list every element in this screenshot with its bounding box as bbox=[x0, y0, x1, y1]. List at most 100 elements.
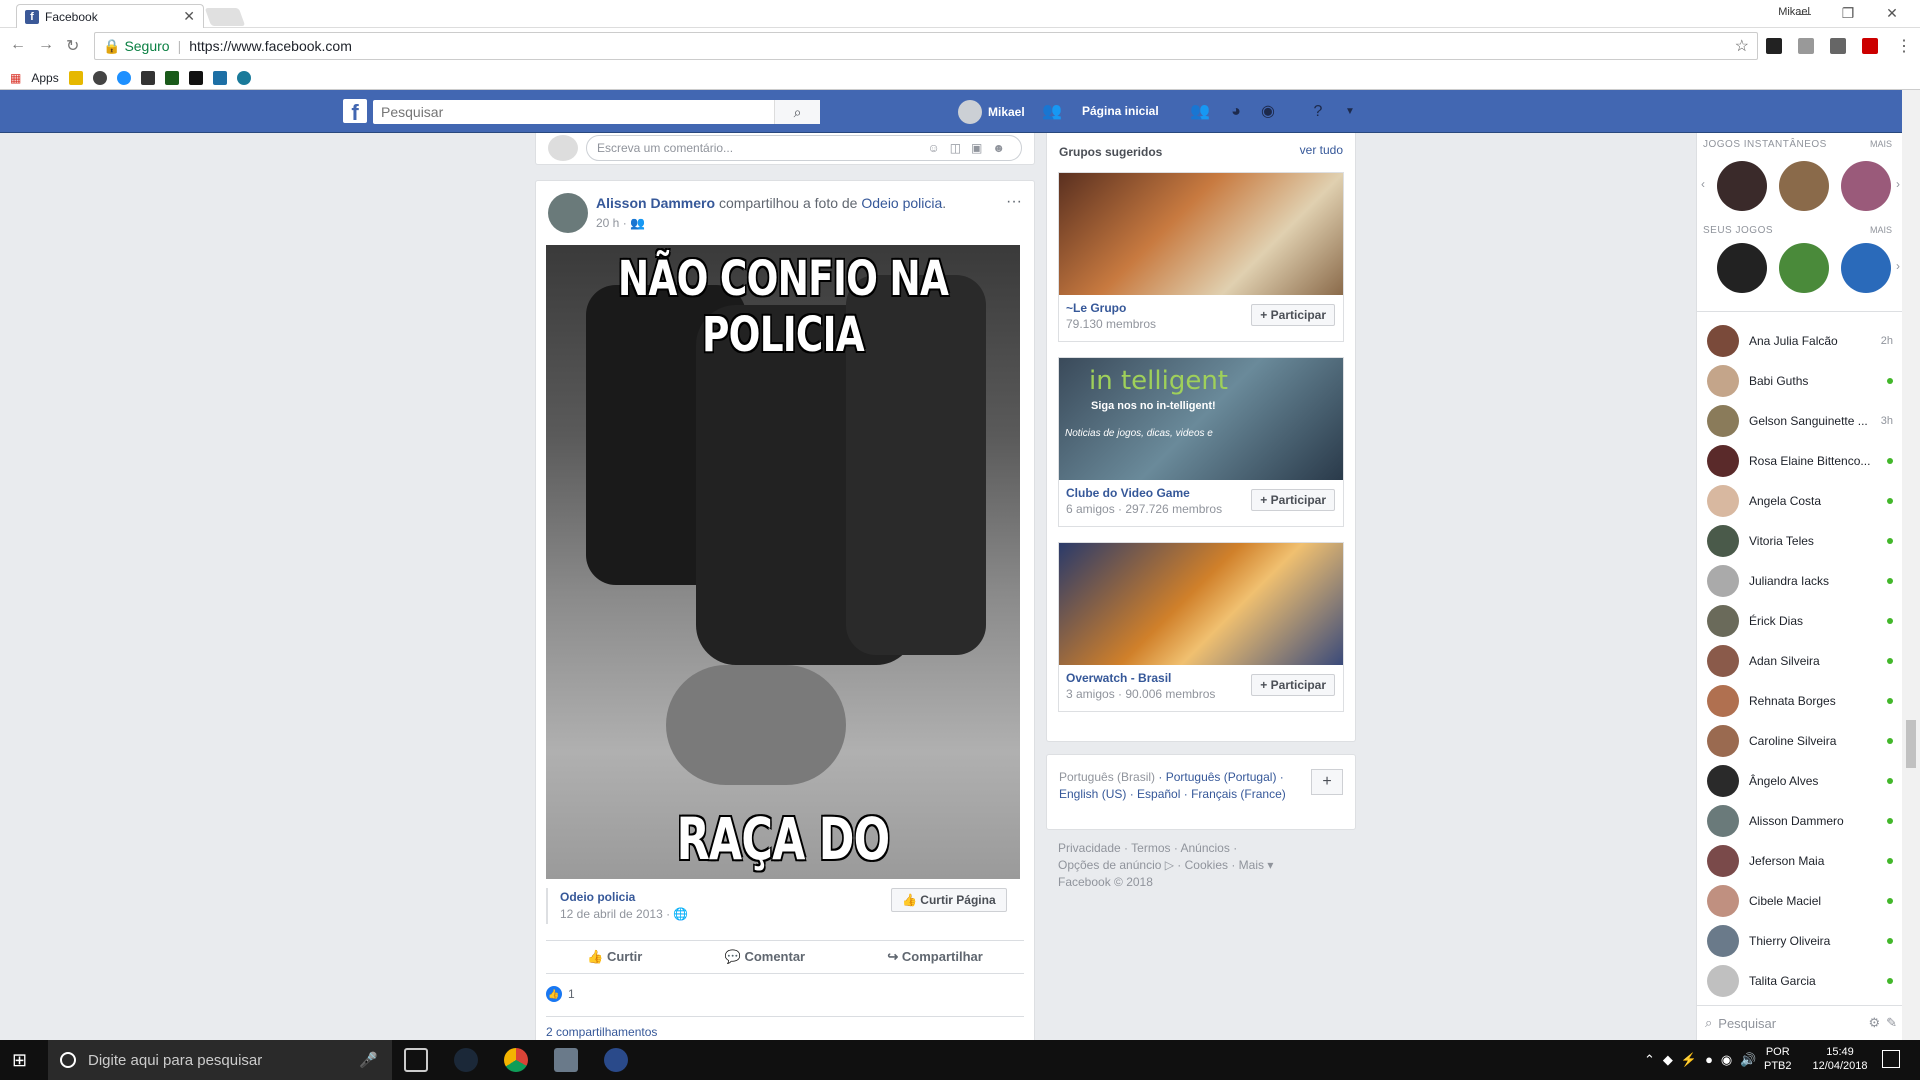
group-name[interactable]: Overwatch - Brasil bbox=[1066, 671, 1171, 685]
browser-tab[interactable]: f Facebook ✕ bbox=[16, 4, 204, 28]
extension-grammarly-icon[interactable] bbox=[1766, 38, 1782, 54]
language-link[interactable]: Português (Portugal) bbox=[1166, 770, 1277, 784]
shares-link[interactable]: 2 compartilhamentos bbox=[546, 1016, 1024, 1039]
post-time[interactable]: 20 h bbox=[596, 216, 619, 230]
chat-friend[interactable]: Babi Guths bbox=[1707, 361, 1893, 401]
comment-input[interactable]: Escreva um comentário... ☺◫▣☻ bbox=[586, 135, 1022, 161]
chevron-left-icon[interactable]: ‹ bbox=[1701, 177, 1705, 191]
see-all-link[interactable]: ver tudo bbox=[1300, 143, 1343, 157]
new-tab-button[interactable] bbox=[204, 8, 246, 26]
messenger-icon[interactable]: ◕ bbox=[1226, 102, 1246, 122]
keyboard-layout[interactable]: PTB2 bbox=[1764, 1059, 1792, 1073]
game-thumbnail[interactable] bbox=[1717, 243, 1767, 293]
bookmark-icon[interactable] bbox=[92, 70, 107, 85]
friend-requests-icon[interactable]: 👥 bbox=[1190, 102, 1210, 122]
group-card-overwatch-brasil[interactable]: Overwatch - Brasil 3 amigos · 90.006 mem… bbox=[1058, 542, 1344, 712]
language-link[interactable]: Español bbox=[1137, 787, 1180, 801]
apps-bookmark[interactable]: Apps bbox=[31, 71, 58, 85]
post-image[interactable]: NÃO CONFIO NA POLICIA RAÇA DO CARALHO! bbox=[546, 245, 1020, 879]
chat-friend[interactable]: Ana Julia Falcão 2h bbox=[1707, 321, 1893, 361]
chat-friend[interactable]: Juliandra Iacks bbox=[1707, 561, 1893, 601]
omnibox[interactable]: 🔒 Seguro | https://www.facebook.com ☆ bbox=[94, 32, 1758, 60]
chat-friend[interactable]: Talita Garcia bbox=[1707, 961, 1893, 1001]
chat-friend[interactable]: Alisson Dammero bbox=[1707, 801, 1893, 841]
chat-friend[interactable]: Jeferson Maia bbox=[1707, 841, 1893, 881]
instant-games-more[interactable]: MAIS bbox=[1870, 139, 1892, 149]
reaction-summary[interactable]: 👍 1 bbox=[546, 986, 575, 1002]
apps-grid-icon[interactable]: ▦ bbox=[10, 71, 21, 85]
chat-friend[interactable]: Vitoria Teles bbox=[1707, 521, 1893, 561]
notifications-globe-icon[interactable]: ◉ bbox=[1258, 102, 1278, 122]
bookmark-icon[interactable] bbox=[188, 70, 203, 85]
steam-icon[interactable] bbox=[454, 1048, 478, 1072]
bookmark-icon[interactable] bbox=[116, 70, 131, 85]
shared-page-link[interactable]: Odeio policia bbox=[560, 890, 635, 904]
footer-line[interactable]: Opções de anúncio ▷ · Cookies · Mais ▾ bbox=[1058, 857, 1348, 874]
comment-emoji-icons[interactable]: ☺◫▣☻ bbox=[927, 141, 1021, 155]
microphone-icon[interactable]: 🎤 bbox=[359, 1051, 378, 1069]
search-icon[interactable]: ⌕ bbox=[774, 100, 820, 124]
windows-start-icon[interactable]: ⊞ bbox=[12, 1050, 32, 1070]
forward-icon[interactable]: → bbox=[38, 36, 54, 54]
chat-friend[interactable]: Angela Costa bbox=[1707, 481, 1893, 521]
game-thumbnail[interactable] bbox=[1779, 161, 1829, 211]
profile-link[interactable]: Mikael bbox=[958, 100, 1025, 124]
app-icon[interactable] bbox=[604, 1048, 628, 1072]
extension-es-icon[interactable] bbox=[1798, 38, 1814, 54]
author-avatar[interactable] bbox=[548, 193, 588, 233]
restore-icon[interactable]: ❐ bbox=[1828, 2, 1868, 24]
clock-time[interactable]: 15:49 bbox=[1808, 1045, 1872, 1059]
group-card-le-grupo[interactable]: ~Le Grupo 79.130 membros + Participar bbox=[1058, 172, 1344, 342]
file-explorer-icon[interactable] bbox=[554, 1048, 578, 1072]
chrome-icon[interactable] bbox=[504, 1048, 528, 1072]
game-thumbnail[interactable] bbox=[1717, 161, 1767, 211]
chevron-right-icon[interactable]: › bbox=[1896, 259, 1900, 273]
taskbar-search[interactable]: Digite aqui para pesquisar 🎤 bbox=[48, 1040, 392, 1080]
chat-friend[interactable]: Gelson Sanguinette ... 3h bbox=[1707, 401, 1893, 441]
chat-friend[interactable]: Rehnata Borges bbox=[1707, 681, 1893, 721]
facebook-search-input[interactable] bbox=[373, 100, 819, 124]
extension-adblock-icon[interactable] bbox=[1862, 38, 1878, 54]
source-page-link[interactable]: Odeio policia bbox=[861, 195, 942, 211]
url-text[interactable]: https://www.facebook.com bbox=[189, 38, 352, 54]
group-name[interactable]: Clube do Video Game bbox=[1066, 486, 1190, 500]
chat-settings-icon[interactable]: ⚙✎ bbox=[1868, 1015, 1903, 1031]
task-view-icon[interactable] bbox=[404, 1048, 428, 1072]
bookmark-icon[interactable] bbox=[140, 70, 155, 85]
join-group-button[interactable]: + Participar bbox=[1251, 674, 1335, 696]
chat-friend[interactable]: Thierry Oliveira bbox=[1707, 921, 1893, 961]
input-language[interactable]: POR bbox=[1764, 1045, 1792, 1059]
chevron-down-icon[interactable]: ▼ bbox=[1340, 102, 1360, 122]
like-page-button[interactable]: 👍 Curtir Página bbox=[891, 888, 1007, 912]
game-thumbnail[interactable] bbox=[1841, 161, 1891, 211]
join-group-button[interactable]: + Participar bbox=[1251, 489, 1335, 511]
menu-dots-icon[interactable]: ⋮ bbox=[1896, 36, 1912, 56]
facebook-logo-icon[interactable]: f bbox=[343, 99, 367, 125]
page-scrollbar[interactable] bbox=[1902, 90, 1920, 1040]
chat-friend[interactable]: Érick Dias bbox=[1707, 601, 1893, 641]
chat-friend[interactable]: Cibele Maciel bbox=[1707, 881, 1893, 921]
chat-friend[interactable]: Rosa Elaine Bittenco... bbox=[1707, 441, 1893, 481]
chevron-right-icon[interactable]: › bbox=[1896, 177, 1900, 191]
group-card-clube-video-game[interactable]: in telligent Siga nos no in-telligent! N… bbox=[1058, 357, 1344, 527]
bookmark-icon[interactable] bbox=[164, 70, 179, 85]
shared-date[interactable]: 12 de abril de 2013 bbox=[560, 907, 663, 921]
group-name[interactable]: ~Le Grupo bbox=[1066, 301, 1126, 315]
find-friends-icon[interactable]: 👥 bbox=[1042, 102, 1062, 122]
post-options-icon[interactable]: ··· bbox=[1006, 193, 1022, 211]
like-button[interactable]: 👍 Curtir bbox=[587, 949, 642, 965]
bookmark-icon[interactable] bbox=[68, 70, 83, 85]
add-language-button[interactable]: + bbox=[1311, 769, 1343, 795]
close-window-icon[interactable]: ✕ bbox=[1872, 2, 1912, 24]
comment-button[interactable]: 💬 Comentar bbox=[725, 949, 806, 965]
join-group-button[interactable]: + Participar bbox=[1251, 304, 1335, 326]
action-center-icon[interactable] bbox=[1882, 1050, 1900, 1068]
share-button[interactable]: ↪ Compartilhar bbox=[887, 949, 982, 965]
system-tray-icons[interactable]: ⌃◆⚡●◉🔊 bbox=[1644, 1052, 1764, 1068]
language-link[interactable]: Français (France) bbox=[1191, 787, 1286, 801]
game-thumbnail[interactable] bbox=[1779, 243, 1829, 293]
chat-friend[interactable]: Adan Silveira bbox=[1707, 641, 1893, 681]
minimize-icon[interactable]: — bbox=[1784, 2, 1824, 24]
home-link[interactable]: Página inicial bbox=[1082, 104, 1159, 118]
game-thumbnail[interactable] bbox=[1841, 243, 1891, 293]
